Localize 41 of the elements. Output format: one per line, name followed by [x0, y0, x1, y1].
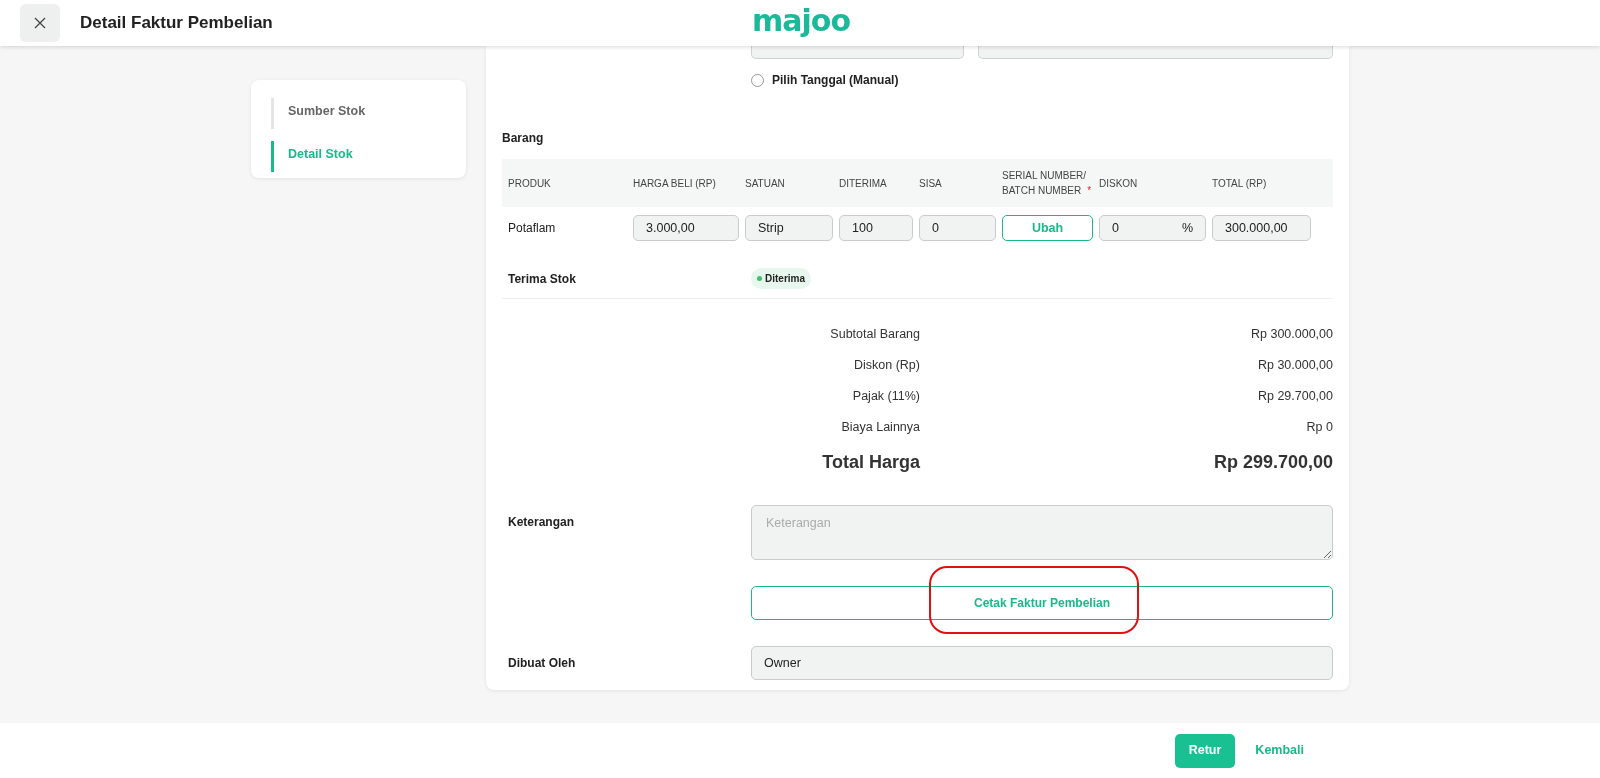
- creator-field[interactable]: Owner: [751, 646, 1333, 680]
- total-value: Rp 299.700,00: [1212, 450, 1333, 474]
- input-field[interactable]: 100: [839, 215, 913, 241]
- summary-value: Rp 29.700,00: [1256, 388, 1333, 406]
- field-value: 0: [1112, 219, 1119, 237]
- column-header: SISA: [919, 176, 943, 191]
- radio-label: Pilih Tanggal (Manual): [772, 72, 899, 89]
- step-link[interactable]: Sumber Stok: [271, 98, 446, 129]
- column-header: HARGA BELI (RP): [633, 176, 717, 191]
- summary-label: Diskon (Rp): [853, 357, 920, 375]
- page-title: Detail Faktur Pembelian: [80, 12, 273, 35]
- close-icon: [34, 17, 46, 29]
- column-header: DISKON: [1099, 176, 1139, 191]
- field-label: Dibuat Oleh: [508, 655, 577, 672]
- summary-label: Pajak (11%): [851, 388, 920, 406]
- summary-label: Subtotal Barang: [829, 326, 920, 344]
- summary-value: Rp 0: [1305, 419, 1333, 437]
- field-label: Keterangan: [508, 514, 576, 531]
- input-field[interactable]: 300.000,00: [1212, 215, 1311, 241]
- input-field[interactable]: Strip: [745, 215, 833, 241]
- discount-field[interactable]: 0 %: [1099, 215, 1206, 241]
- input-field[interactable]: 0: [919, 215, 996, 241]
- column-header: PRODUK: [508, 176, 552, 191]
- close-button[interactable]: [20, 4, 60, 42]
- total-label: Total Harga: [821, 450, 920, 474]
- required-mark: *: [1087, 185, 1092, 196]
- column-header: TOTAL (RP): [1212, 176, 1268, 191]
- field-label: Terima Stok: [508, 270, 577, 288]
- status-badge: Diterima: [751, 268, 811, 289]
- summary-value: Rp 300.000,00: [1250, 326, 1333, 344]
- input-field[interactable]: 3.000,00: [633, 215, 739, 241]
- summary-label: Biaya Lainnya: [840, 419, 920, 437]
- summary-value: Rp 30.000,00: [1256, 357, 1333, 375]
- column-header: SATUAN: [745, 176, 786, 191]
- notes-field[interactable]: Keterangan: [751, 505, 1333, 560]
- percent-label: %: [1181, 219, 1193, 237]
- column-header: DITERIMA: [839, 176, 888, 191]
- section-title: Barang: [502, 130, 545, 147]
- logo: majoo: [752, 3, 850, 39]
- product-name: Potaflam: [508, 220, 557, 237]
- column-header: SERIAL NUMBER/ BATCH NUMBER: [1002, 170, 1087, 196]
